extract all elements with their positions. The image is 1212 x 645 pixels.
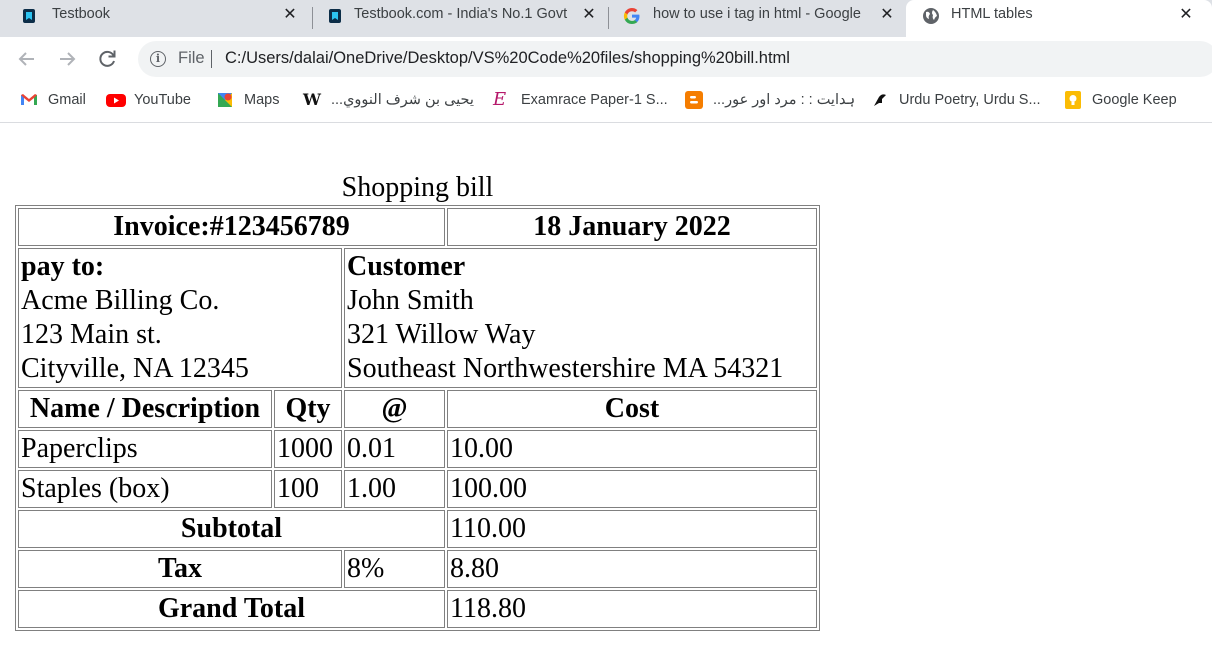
address-bar[interactable]: i File C:/Users/dalai/OneDrive/Desktop/V… — [138, 41, 1212, 77]
column-header-name: Name / Description — [18, 390, 272, 428]
tax-value: 8.80 — [447, 550, 817, 588]
table-row: Staples (box) 100 1.00 100.00 — [18, 470, 817, 508]
pay-to-cell: pay to: Acme Billing Co. 123 Main st. Ci… — [18, 248, 342, 388]
globe-icon — [922, 7, 940, 25]
item-name: Staples (box) — [18, 470, 272, 508]
google-icon — [623, 7, 641, 25]
table-caption: Shopping bill — [341, 172, 494, 203]
bookmark-gmail[interactable]: Gmail — [20, 89, 86, 111]
bookmark-label: ہدایت : : مرد اور عور... — [713, 92, 856, 108]
grand-total-row: Grand Total 118.80 — [18, 590, 817, 628]
divider — [211, 50, 212, 68]
scheme-label: File — [178, 49, 205, 67]
examrace-icon: E — [493, 89, 507, 110]
customer-line: 321 Willow Way — [347, 319, 536, 350]
bookmark-wikipedia[interactable]: W يحيى بن شرف النووي... — [303, 89, 474, 111]
customer-heading: Customer — [347, 251, 466, 282]
page-content: Shopping bill Invoice:#123456789 18 Janu… — [0, 124, 1212, 645]
column-header-qty: Qty — [274, 390, 342, 428]
tab-strip: Testbook ✕ Testbook.com - India's No.1 G… — [0, 0, 1212, 37]
subtotal-row: Subtotal 110.00 — [18, 510, 817, 548]
item-qty: 1000 — [274, 430, 342, 468]
maps-icon — [216, 91, 234, 109]
pay-to-line: Acme Billing Co. — [21, 285, 220, 316]
gmail-icon — [20, 91, 38, 109]
column-header-at: @ — [344, 390, 445, 428]
forward-button[interactable] — [55, 47, 79, 71]
bookmarks-bar: Gmail YouTube Maps W يحيى بن شرف النووي.… — [0, 81, 1212, 123]
info-icon[interactable]: i — [150, 51, 166, 67]
tab-testbook[interactable]: Testbook ✕ — [0, 0, 312, 37]
bookmark-label: Maps — [244, 92, 280, 108]
item-cost: 100.00 — [447, 470, 817, 508]
subtotal-value: 110.00 — [447, 510, 817, 548]
tab-title: Testbook.com - India's No.1 Govt — [354, 6, 568, 22]
bookmark-label: Google Keep — [1092, 92, 1177, 108]
item-qty: 100 — [274, 470, 342, 508]
shopping-bill-table: Shopping bill Invoice:#123456789 18 Janu… — [15, 172, 820, 631]
back-button[interactable] — [15, 47, 39, 71]
invoice-date: 18 January 2022 — [447, 208, 817, 246]
reload-button[interactable] — [95, 47, 119, 71]
tab-title: HTML tables — [951, 6, 1033, 22]
pay-to-heading: pay to: — [21, 251, 105, 282]
youtube-icon — [106, 91, 126, 109]
toolbar: i File C:/Users/dalai/OneDrive/Desktop/V… — [0, 37, 1212, 81]
bookmark-label: Examrace Paper-1 S... — [521, 92, 668, 108]
close-tab-icon[interactable]: ✕ — [579, 5, 599, 25]
testbook-icon — [326, 7, 344, 25]
bookmark-label: Urdu Poetry, Urdu S... — [899, 92, 1041, 108]
url-text[interactable]: C:/Users/dalai/OneDrive/Desktop/VS%20Cod… — [225, 49, 790, 68]
tab-title: how to use i tag in html - Google — [653, 6, 861, 22]
item-price: 0.01 — [344, 430, 445, 468]
customer-cell: Customer John Smith 321 Willow Way South… — [344, 248, 817, 388]
table-row: pay to: Acme Billing Co. 123 Main st. Ci… — [18, 248, 817, 388]
customer-line: Southeast Northwestershire MA 54321 — [347, 353, 784, 384]
bookmark-label: يحيى بن شرف النووي... — [331, 92, 474, 108]
rekhta-icon — [871, 91, 889, 109]
tax-label: Tax — [18, 550, 342, 588]
bookmark-maps[interactable]: Maps — [216, 89, 279, 111]
table-row: Invoice:#123456789 18 January 2022 — [18, 208, 817, 246]
item-cost: 10.00 — [447, 430, 817, 468]
bookmark-examrace[interactable]: E Examrace Paper-1 S... — [493, 89, 668, 111]
blogger-icon — [685, 91, 703, 109]
close-tab-icon[interactable]: ✕ — [877, 5, 897, 25]
bookmark-label: Gmail — [48, 92, 86, 108]
column-header-cost: Cost — [447, 390, 817, 428]
reload-icon — [99, 50, 116, 67]
grand-total-value: 118.80 — [447, 590, 817, 628]
pay-to-line: Cityville, NA 12345 — [21, 353, 249, 384]
wikipedia-icon: W — [303, 90, 321, 109]
tab-testbook-govt[interactable]: Testbook.com - India's No.1 Govt ✕ — [313, 0, 607, 37]
close-tab-icon[interactable]: ✕ — [1176, 5, 1196, 25]
item-name: Paperclips — [18, 430, 272, 468]
bookmark-label: YouTube — [134, 92, 191, 108]
table-row: Paperclips 1000 0.01 10.00 — [18, 430, 817, 468]
table-header-row: Name / Description Qty @ Cost — [18, 390, 817, 428]
bookmark-rekhta[interactable]: Urdu Poetry, Urdu S... — [871, 89, 1041, 111]
bookmark-blogger[interactable]: ہدایت : : مرد اور عور... — [685, 89, 855, 111]
invoice-number: Invoice:#123456789 — [18, 208, 445, 246]
item-price: 1.00 — [344, 470, 445, 508]
customer-line: John Smith — [347, 285, 474, 316]
keep-icon — [1064, 91, 1082, 109]
bookmark-youtube[interactable]: YouTube — [106, 89, 191, 111]
testbook-icon — [20, 7, 38, 25]
arrow-right-icon — [60, 52, 76, 66]
subtotal-label: Subtotal — [18, 510, 445, 548]
bookmark-google-keep[interactable]: Google Keep — [1064, 89, 1177, 111]
close-tab-icon[interactable]: ✕ — [280, 5, 300, 25]
tax-rate: 8% — [344, 550, 445, 588]
grand-total-label: Grand Total — [18, 590, 445, 628]
tab-html-tables[interactable]: HTML tables ✕ — [906, 0, 1212, 37]
pay-to-line: 123 Main st. — [21, 319, 162, 350]
tab-google-search[interactable]: how to use i tag in html - Google ✕ — [609, 0, 905, 37]
tax-row: Tax 8% 8.80 — [18, 550, 817, 588]
tab-title: Testbook — [52, 6, 111, 22]
arrow-left-icon — [18, 52, 34, 66]
